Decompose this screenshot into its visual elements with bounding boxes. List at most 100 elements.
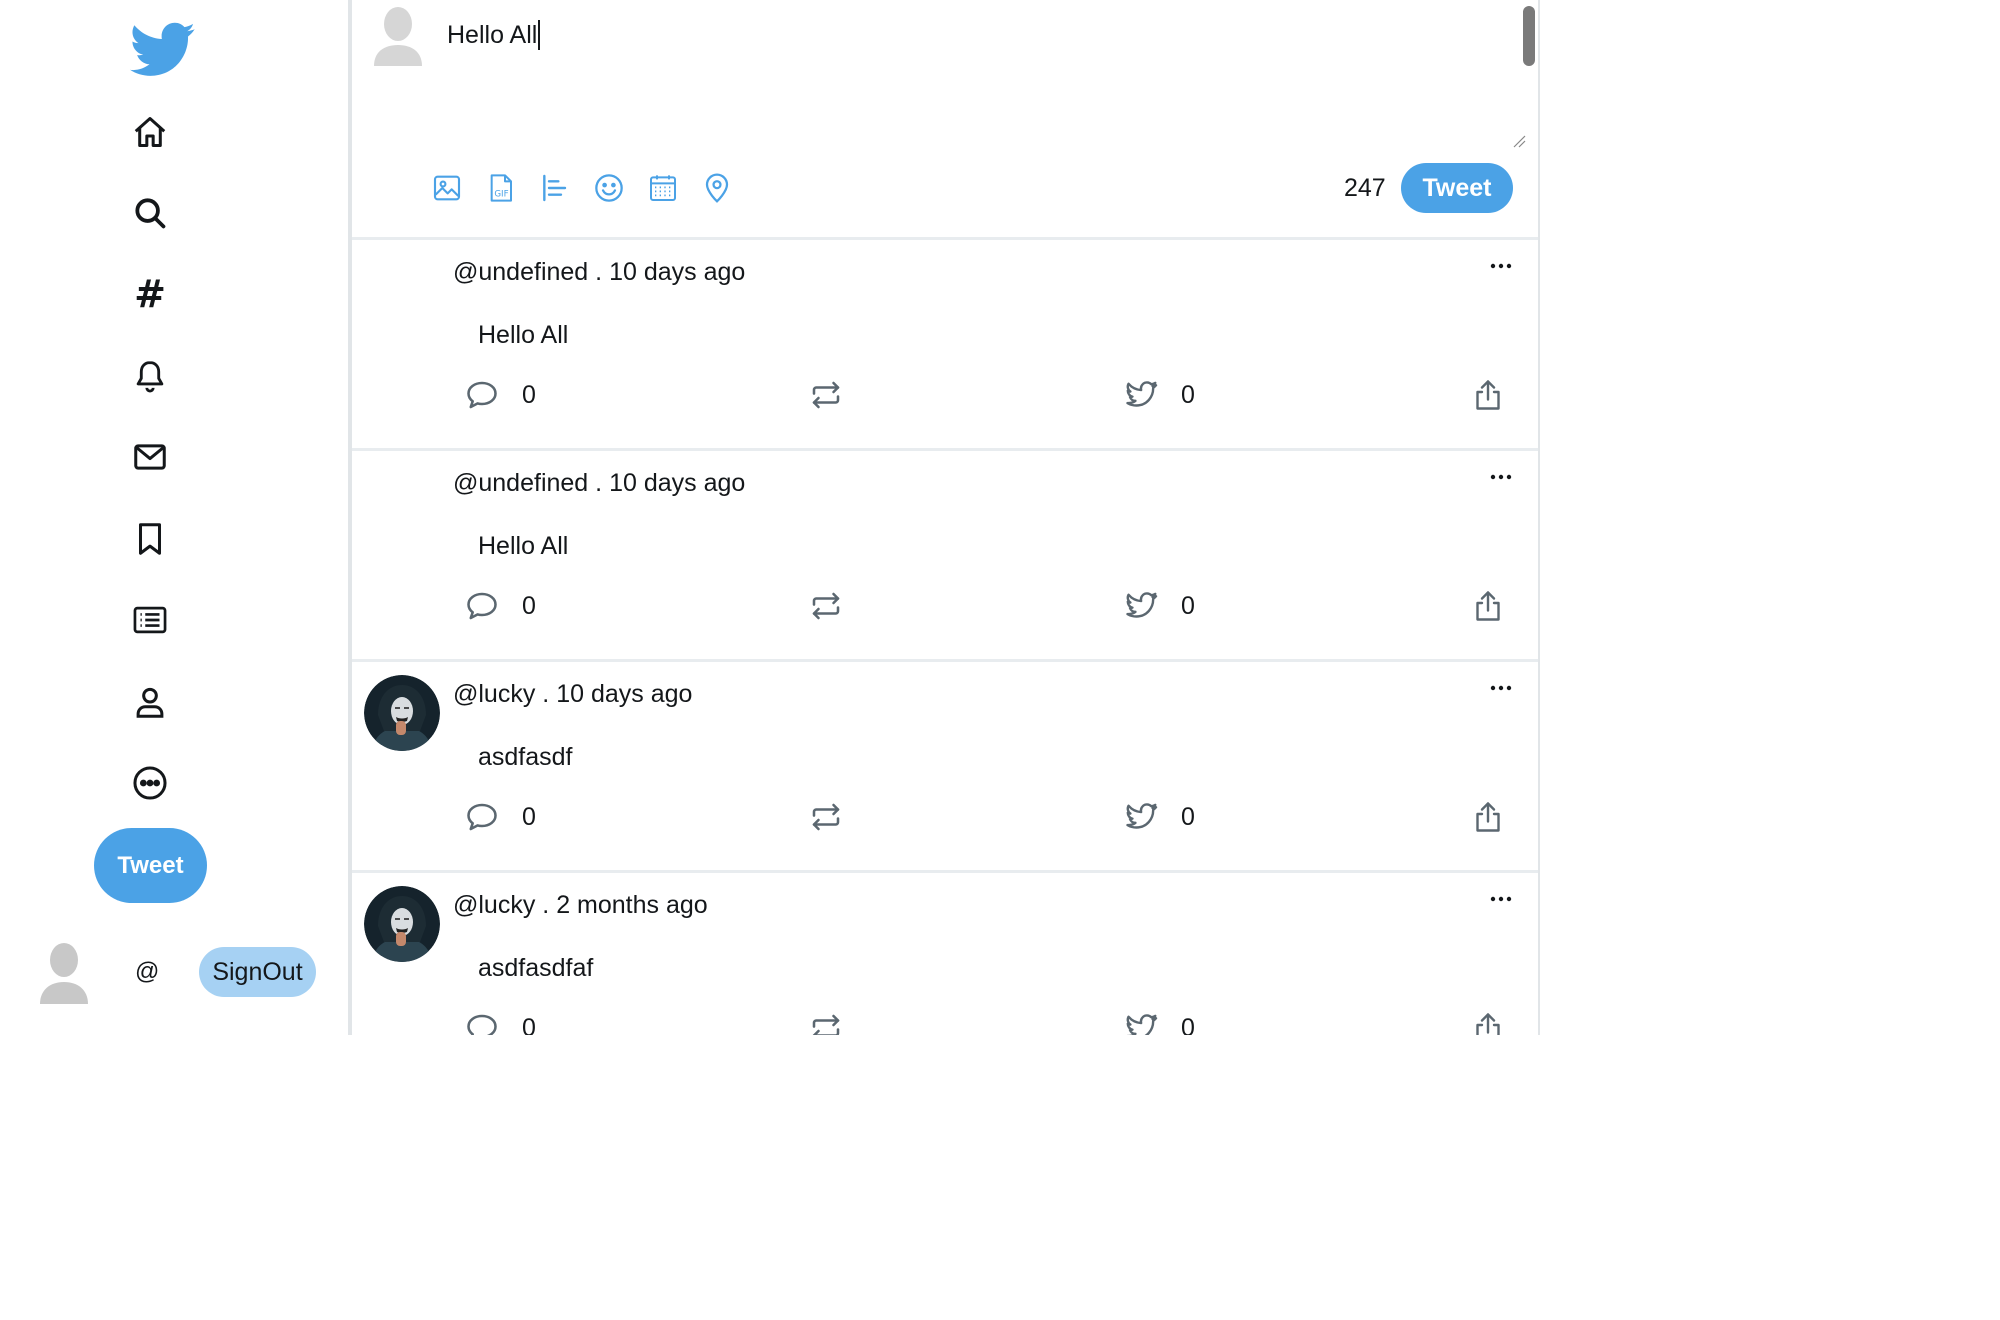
tweet-text: asdfasdf — [478, 743, 573, 771]
emoji-icon[interactable] — [592, 168, 626, 208]
sidebar-tweet-button[interactable]: Tweet — [94, 828, 207, 903]
schedule-icon[interactable] — [646, 168, 680, 208]
tweet-item: @undefined . 10 days ago Hello All 0 0 — [352, 451, 1538, 662]
tweet-handle[interactable]: @lucky — [453, 891, 535, 919]
like-count: 0 — [1181, 1013, 1195, 1036]
tweet-timestamp: 10 days ago — [556, 680, 693, 708]
tweet-item: @undefined . 10 days ago Hello All 0 0 — [352, 240, 1538, 451]
tweet-avatar[interactable] — [364, 675, 440, 751]
tweet-separator: . — [588, 258, 610, 286]
tweet-item: @lucky . 2 months ago asdfasdfaf 0 0 — [352, 873, 1538, 1035]
tweet-item: @lucky . 10 days ago asdfasdf 0 0 — [352, 662, 1538, 873]
resize-grip-icon[interactable] — [1512, 134, 1526, 148]
reply-action[interactable]: 0 — [464, 1010, 536, 1035]
share-action[interactable] — [1470, 799, 1506, 835]
svg-text:GIF: GIF — [494, 190, 508, 200]
signout-button[interactable]: SignOut — [199, 947, 316, 997]
compose-tweet-button[interactable]: Tweet — [1401, 163, 1513, 213]
retweet-icon — [812, 592, 840, 620]
text-caret — [538, 20, 541, 50]
tweet-header: @undefined . 10 days ago — [453, 469, 745, 498]
twitter-bird-icon[interactable] — [130, 22, 196, 78]
more-options-icon[interactable] — [1486, 889, 1516, 909]
share-action[interactable] — [1470, 377, 1506, 413]
share-icon — [1476, 380, 1500, 410]
scrollbar-thumb[interactable] — [1523, 6, 1535, 66]
like-count: 0 — [1181, 591, 1195, 620]
tweet-separator: . — [535, 891, 557, 919]
share-icon — [1476, 591, 1500, 621]
tweet-timestamp: 10 days ago — [609, 469, 746, 497]
tweet-avatar[interactable] — [364, 886, 440, 962]
share-icon — [1476, 802, 1500, 832]
reply-action[interactable]: 0 — [464, 588, 536, 624]
reply-icon — [467, 1014, 497, 1035]
character-count: 247 — [1344, 174, 1386, 202]
tweet-separator: . — [535, 680, 557, 708]
more-options-icon[interactable] — [1486, 256, 1516, 276]
reply-icon — [467, 803, 497, 831]
poll-icon[interactable] — [538, 168, 572, 208]
scrollbar-track — [1540, 0, 1560, 1035]
more-circle-icon[interactable] — [128, 761, 172, 805]
retweet-action[interactable] — [808, 799, 844, 835]
bookmark-icon[interactable] — [128, 517, 172, 561]
compose-avatar-placeholder-icon — [372, 4, 424, 66]
share-action[interactable] — [1470, 588, 1506, 624]
reply-icon — [467, 592, 497, 620]
tweet-handle[interactable]: @undefined — [453, 469, 588, 497]
compose-box: Hello All GIF 247 Tweet — [352, 0, 1538, 240]
tweet-text: Hello All — [478, 321, 569, 349]
reply-count: 0 — [522, 802, 536, 831]
sidebar: # Tweet @ SignOut — [0, 0, 348, 1035]
user-avatar-placeholder-icon[interactable] — [38, 940, 90, 1004]
share-action[interactable] — [1470, 1010, 1506, 1035]
like-bird-icon — [1126, 381, 1158, 407]
retweet-action[interactable] — [808, 377, 844, 413]
more-options-icon[interactable] — [1486, 467, 1516, 487]
share-icon — [1476, 1013, 1500, 1035]
tweet-separator: . — [588, 469, 610, 497]
retweet-action[interactable] — [808, 1010, 844, 1035]
mail-icon[interactable] — [128, 435, 172, 479]
compose-text-value: Hello All — [447, 20, 538, 49]
location-icon[interactable] — [700, 168, 734, 208]
profile-icon[interactable] — [128, 680, 172, 724]
image-icon[interactable] — [430, 168, 464, 208]
tweet-text: Hello All — [478, 532, 569, 560]
like-count: 0 — [1181, 802, 1195, 831]
reply-icon — [467, 381, 497, 409]
hashtag-icon[interactable]: # — [128, 272, 172, 316]
search-icon[interactable] — [128, 191, 172, 235]
reply-count: 0 — [522, 1013, 536, 1036]
like-bird-icon — [1126, 803, 1158, 829]
like-bird-icon — [1126, 1014, 1158, 1035]
like-action[interactable]: 0 — [1123, 588, 1195, 624]
like-action[interactable]: 0 — [1123, 1010, 1195, 1035]
retweet-icon — [812, 381, 840, 409]
retweet-icon — [812, 1014, 840, 1035]
tweet-header: @lucky . 2 months ago — [453, 891, 708, 920]
more-options-icon[interactable] — [1486, 678, 1516, 698]
hashtag-glyph: # — [134, 272, 166, 316]
compose-textarea[interactable]: Hello All — [447, 20, 541, 50]
tweet-header: @undefined . 10 days ago — [453, 258, 745, 287]
gif-icon[interactable]: GIF — [484, 168, 518, 208]
home-icon[interactable] — [128, 110, 172, 154]
reply-count: 0 — [522, 380, 536, 409]
timeline: Hello All GIF 247 Tweet @undefined . 10 … — [348, 0, 1540, 1035]
tweet-header: @lucky . 10 days ago — [453, 680, 692, 709]
retweet-action[interactable] — [808, 588, 844, 624]
reply-action[interactable]: 0 — [464, 799, 536, 835]
retweet-icon — [812, 803, 840, 831]
list-icon[interactable] — [128, 598, 172, 642]
tweet-handle[interactable]: @lucky — [453, 680, 535, 708]
tweet-timestamp: 10 days ago — [609, 258, 746, 286]
like-action[interactable]: 0 — [1123, 799, 1195, 835]
bell-icon[interactable] — [128, 354, 172, 398]
username-at: @ — [135, 958, 160, 985]
like-action[interactable]: 0 — [1123, 377, 1195, 413]
reply-action[interactable]: 0 — [464, 377, 536, 413]
tweet-handle[interactable]: @undefined — [453, 258, 588, 286]
reply-count: 0 — [522, 591, 536, 620]
